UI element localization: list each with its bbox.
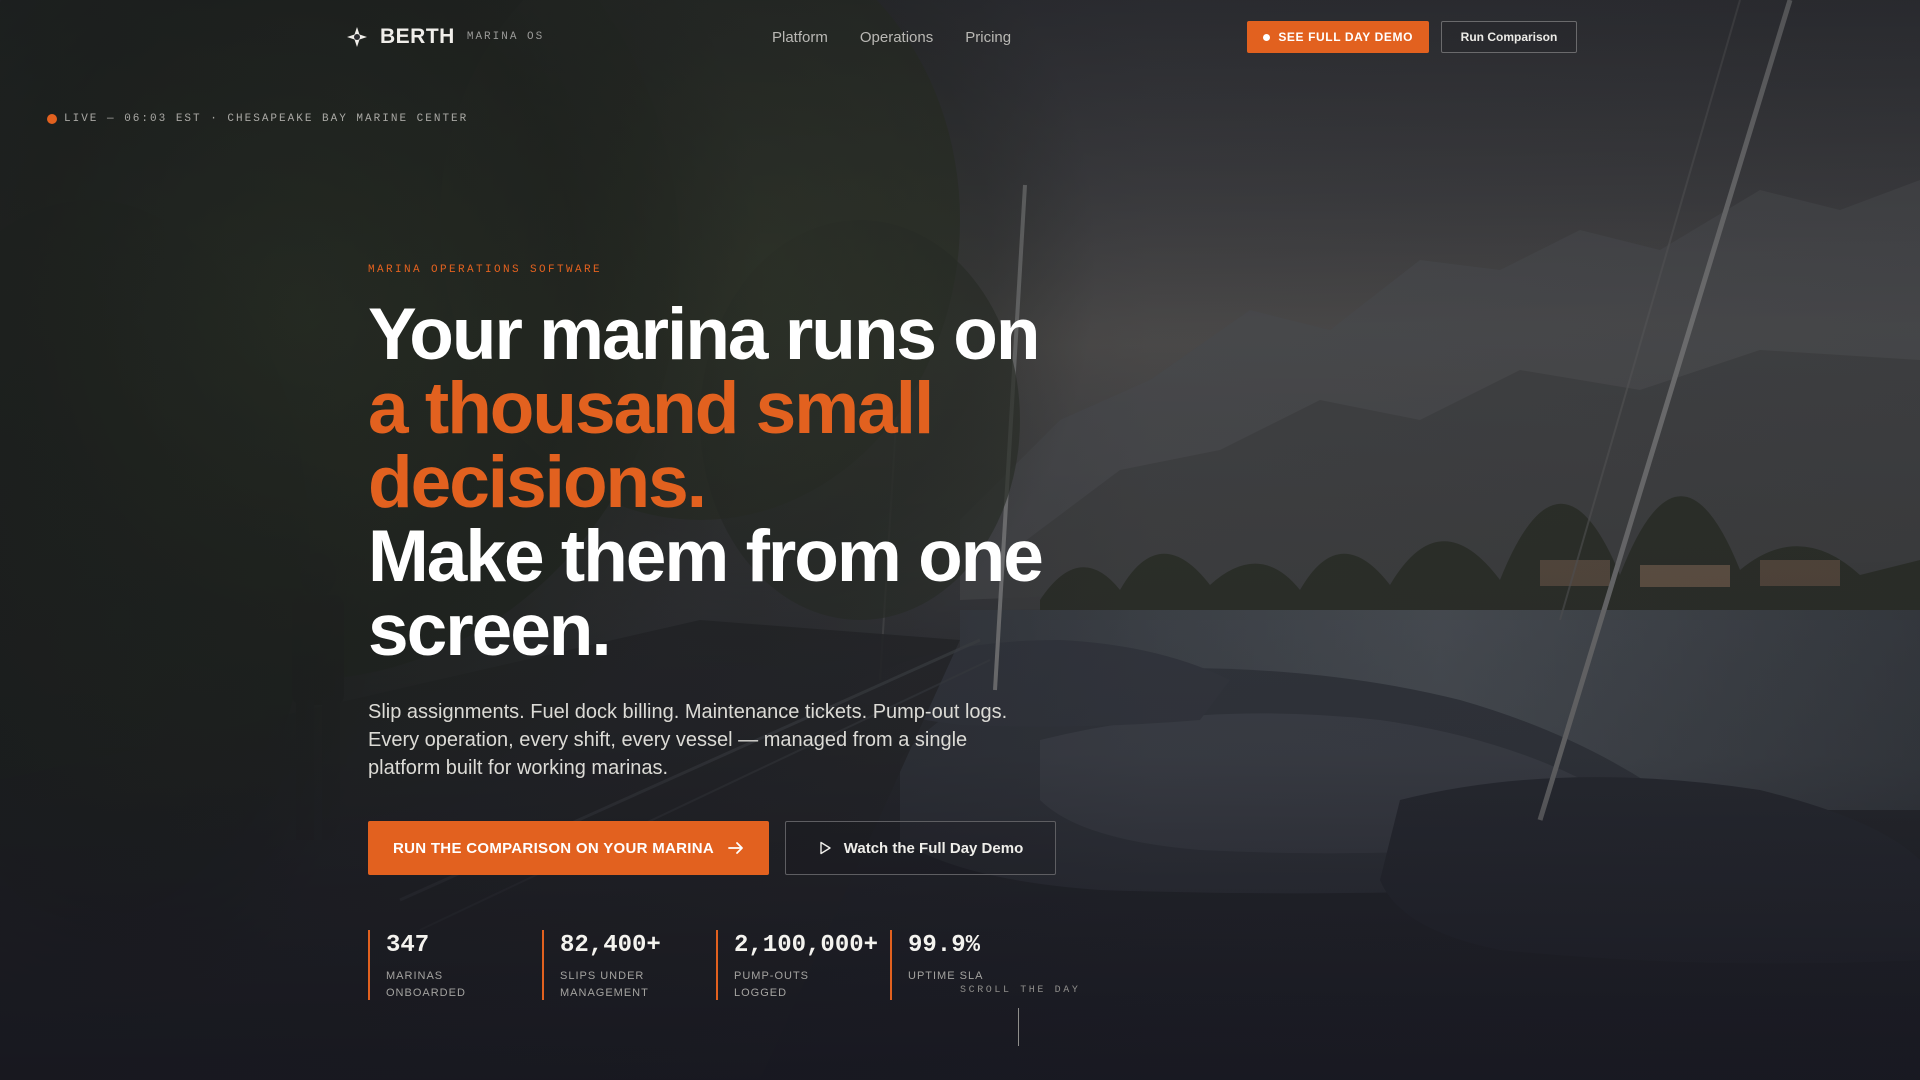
- watch-demo-label: Watch the Full Day Demo: [843, 839, 1024, 857]
- stat-label: UPTIME SLA: [908, 970, 984, 982]
- run-comparison-button[interactable]: Run Comparison: [1441, 21, 1577, 53]
- stat-marinas: 347 MARINAS ONBOARDED: [368, 930, 542, 1000]
- stat-pump-outs: 2,100,000+ PUMP-OUTS LOGGED: [716, 930, 890, 1000]
- hero-headline: Your marina runs on a thousand small dec…: [368, 298, 1068, 668]
- hero-lead: Slip assignments. Fuel dock billing. Mai…: [368, 701, 1008, 779]
- scroll-indicator-line: [1018, 1008, 1019, 1046]
- stat-value: 2,100,000+: [734, 932, 879, 959]
- nav-link-pricing[interactable]: Pricing: [965, 29, 1011, 46]
- see-full-day-demo-button[interactable]: SEE FULL DAY DEMO: [1247, 21, 1429, 53]
- live-status: LIVE — 06:03 EST · CHESAPEAKE BAY MARINE…: [47, 113, 468, 125]
- stat-value: 347: [386, 932, 430, 959]
- hero-eyebrow: MARINA OPERATIONS SOFTWARE: [368, 264, 603, 276]
- play-icon: [820, 841, 831, 855]
- live-status-text: LIVE — 06:03 EST · CHESAPEAKE BAY MARINE…: [64, 113, 469, 125]
- stat-label: PUMP-OUTS LOGGED: [734, 970, 809, 999]
- headline-line-3: Make them from one screen.: [368, 516, 1044, 671]
- brand-subtitle: MARINA OS: [466, 31, 545, 43]
- hero-section: BERTH MARINA OS Platform Operations Pric…: [0, 0, 1920, 1080]
- stat-value: 82,400+: [560, 932, 661, 959]
- nav-link-operations[interactable]: Operations: [860, 29, 933, 46]
- run-comparison-cta-label: RUN THE COMPARISON ON YOUR MARINA: [392, 839, 715, 857]
- run-comparison-cta-button[interactable]: RUN THE COMPARISON ON YOUR MARINA: [368, 821, 769, 875]
- top-navigation: BERTH MARINA OS Platform Operations Pric…: [346, 20, 1577, 54]
- run-comparison-label: Run Comparison: [1460, 30, 1558, 44]
- headline-line-1: Your marina runs on: [368, 294, 1040, 375]
- brand-name: BERTH: [380, 25, 455, 48]
- scroll-hint[interactable]: SCROLL THE DAY: [960, 985, 1080, 996]
- see-full-day-demo-label: SEE FULL DAY DEMO: [1278, 30, 1413, 44]
- compass-star-icon: [347, 27, 367, 47]
- record-dot-icon: [1263, 33, 1271, 41]
- stat-slips: 82,400+ SLIPS UNDER MANAGEMENT: [542, 930, 716, 1000]
- nav-links: Platform Operations Pricing: [772, 20, 1043, 54]
- nav-link-platform[interactable]: Platform: [772, 29, 828, 46]
- stat-value: 99.9%: [908, 932, 981, 959]
- stat-label: SLIPS UNDER MANAGEMENT: [560, 970, 649, 999]
- live-dot-icon: [47, 114, 57, 124]
- stat-label: MARINAS ONBOARDED: [386, 970, 466, 999]
- watch-demo-button[interactable]: Watch the Full Day Demo: [785, 821, 1056, 875]
- arrow-right-icon: [728, 842, 743, 854]
- headline-accent: a thousand small decisions.: [368, 368, 934, 523]
- brand-logo[interactable]: BERTH MARINA OS: [346, 20, 544, 54]
